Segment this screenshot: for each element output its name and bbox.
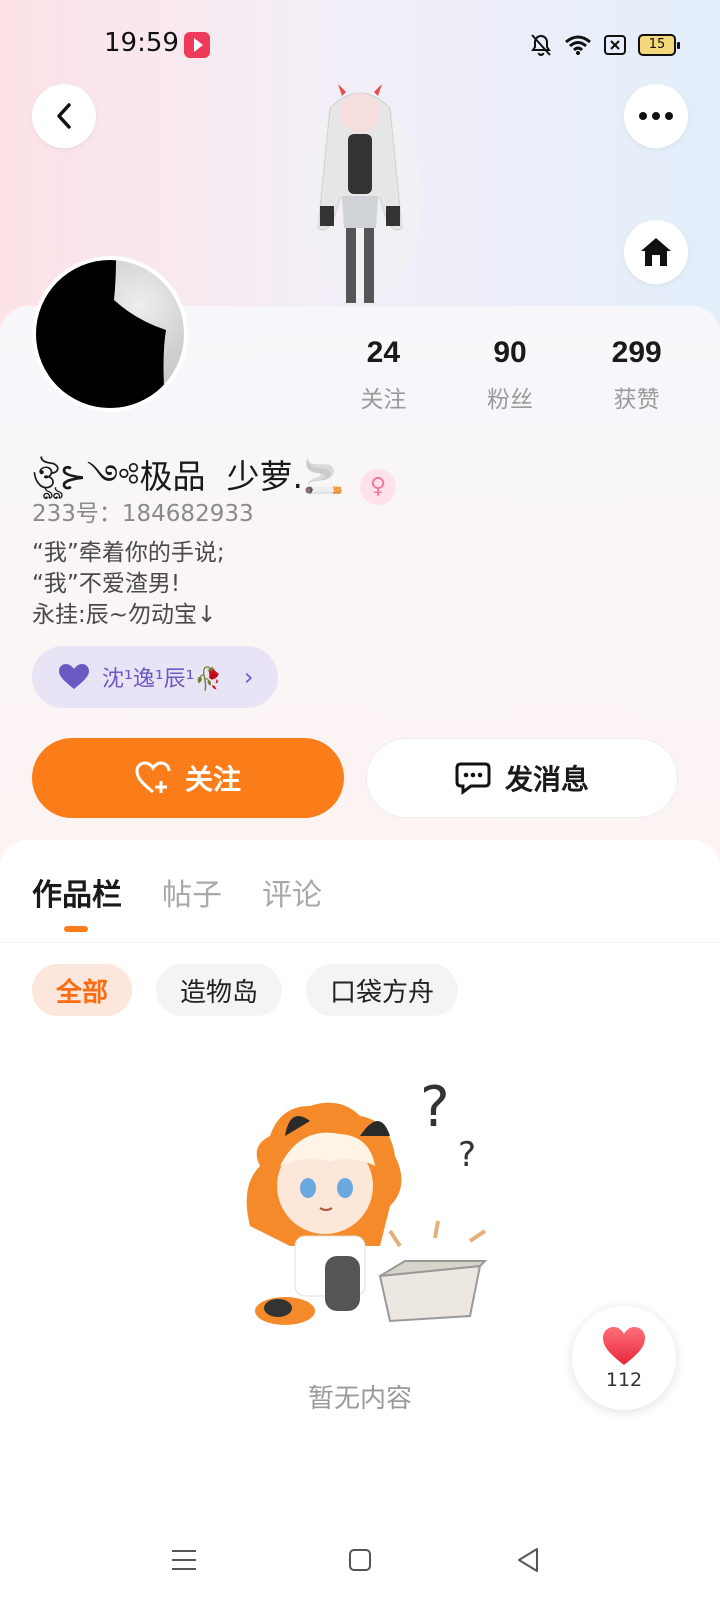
heart-icon xyxy=(603,1327,645,1365)
mute-bell-icon xyxy=(531,34,551,57)
app-notification-icon xyxy=(184,32,210,58)
stat-label: 获赞 xyxy=(613,387,660,413)
status-time: 19:59 xyxy=(104,28,179,58)
back-nav-button[interactable] xyxy=(508,1540,548,1580)
tab-works[interactable]: 作品栏 xyxy=(32,870,122,914)
home-icon xyxy=(641,238,671,266)
home-nav-button[interactable] xyxy=(340,1540,380,1580)
menu-lines-icon xyxy=(172,1550,196,1570)
active-tab-indicator xyxy=(64,926,88,932)
cp-relationship-chip[interactable]: 沈¹逸¹辰¹🥀 › xyxy=(32,646,278,708)
system-navigation-bar xyxy=(0,1520,720,1600)
status-bar: 19:59 15 xyxy=(0,0,720,90)
follow-button[interactable]: 关注 xyxy=(32,738,344,818)
bio-line: 永挂:辰~勿动宝↓ xyxy=(32,602,217,628)
svg-text:?: ? xyxy=(420,1075,450,1140)
avatar-silhouette xyxy=(36,260,166,408)
tab-posts[interactable]: 帖子 xyxy=(162,870,222,914)
filter-all[interactable]: 全部 xyxy=(32,964,133,1016)
filter-chips: 全部 造物岛 口袋方舟 xyxy=(32,964,459,1016)
follow-label: 关注 xyxy=(184,763,241,796)
profile-stats: 24 关注 90 粉丝 299 获赞 xyxy=(320,336,700,414)
tab-divider xyxy=(0,942,720,943)
sim-icon xyxy=(604,35,626,55)
heart-plus-icon xyxy=(135,761,171,794)
stat-value: 90 xyxy=(493,336,527,369)
user-id: 233号：184682933 xyxy=(32,501,254,527)
tab-comments[interactable]: 评论 xyxy=(262,870,322,914)
stat-value: 299 xyxy=(611,336,662,369)
message-label: 发消息 xyxy=(504,763,589,796)
avatar[interactable] xyxy=(32,256,188,412)
female-gender-icon: ♀ xyxy=(360,468,397,505)
like-count: 112 xyxy=(605,1369,643,1391)
filter-pocket-ark[interactable]: 口袋方舟 xyxy=(306,964,459,1016)
chevron-right-icon: › xyxy=(243,663,254,691)
purple-heart-icon xyxy=(59,664,89,689)
stat-label: 粉丝 xyxy=(487,387,533,413)
chat-bubble-icon xyxy=(455,762,491,795)
home-button[interactable] xyxy=(624,220,688,284)
character-avatar-illustration xyxy=(298,84,422,303)
chevron-left-icon xyxy=(57,103,71,129)
empty-state-illustration: ? ? xyxy=(246,1075,488,1325)
stat-value: 24 xyxy=(366,336,401,369)
recent-apps-button[interactable] xyxy=(164,1540,204,1580)
bio-line: “我”牵着你的手说; xyxy=(32,540,225,566)
like-floating-button[interactable]: 112 xyxy=(572,1306,676,1410)
more-options-button[interactable] xyxy=(624,84,688,148)
cp-chip-label: 沈¹逸¹辰¹🥀 xyxy=(102,667,222,692)
stat-followers[interactable]: 90 粉丝 xyxy=(447,336,574,414)
status-icons: 15 xyxy=(530,30,680,60)
wifi-icon xyxy=(565,35,591,55)
square-icon xyxy=(349,1549,371,1571)
bio-line: “我”不爱渣男! xyxy=(32,571,181,597)
bio: “我”牵着你的手说; “我”不爱渣男! 永挂:辰~勿动宝↓ xyxy=(32,538,225,631)
svg-text:?: ? xyxy=(458,1135,476,1175)
content-panel: 作品栏 帖子 评论 全部 造物岛 口袋方舟 ? ? 暂无内容 xyxy=(0,840,720,1600)
stat-label: 关注 xyxy=(360,387,407,413)
battery-icon: 15 xyxy=(638,34,680,56)
back-button[interactable] xyxy=(32,84,96,148)
stat-likes[interactable]: 299 获赞 xyxy=(573,336,700,414)
send-message-button[interactable]: 发消息 xyxy=(366,738,678,818)
more-dots-icon xyxy=(639,112,673,120)
triangle-back-icon xyxy=(518,1548,538,1572)
filter-creation-island[interactable]: 造物岛 xyxy=(156,964,283,1016)
content-tabs: 作品栏 帖子 评论 xyxy=(32,870,322,914)
stat-following[interactable]: 24 关注 xyxy=(320,336,447,414)
